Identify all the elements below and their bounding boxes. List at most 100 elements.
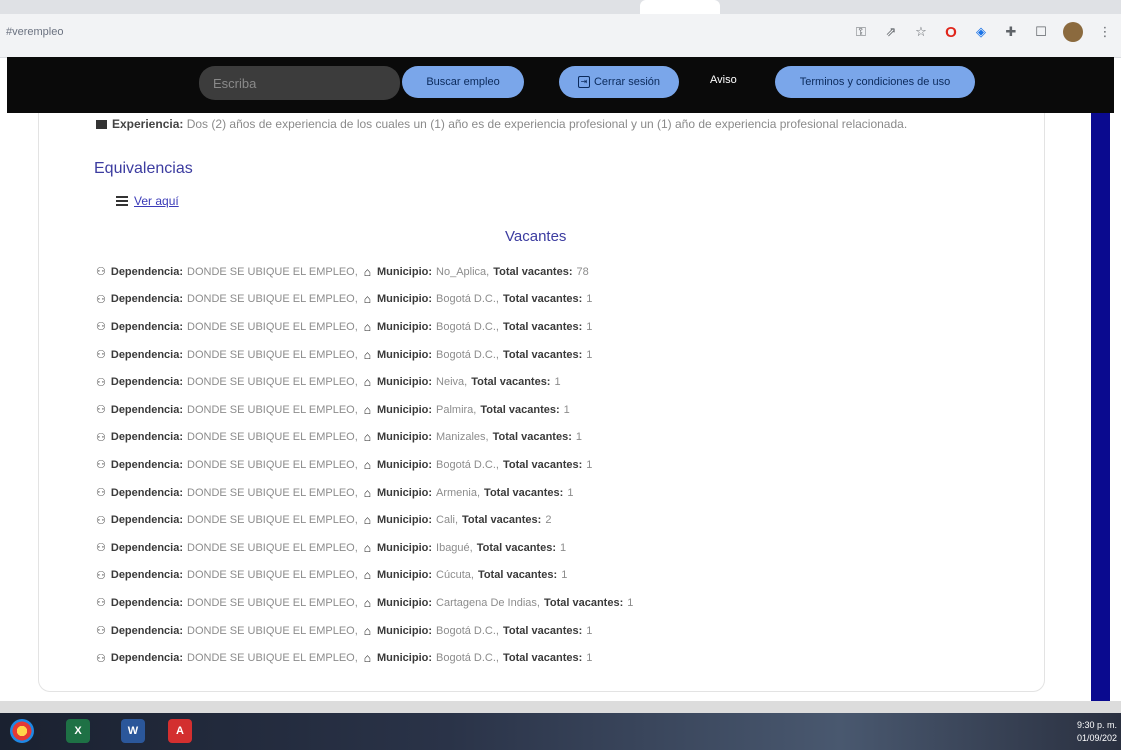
- puzzle-icon[interactable]: ✚: [1003, 24, 1019, 40]
- excel-glyph: X: [74, 725, 82, 737]
- search-input[interactable]: [199, 66, 400, 100]
- dependencia-label: Dependencia:: [110, 376, 184, 389]
- dependencia-value: DONDE SE UBIQUE EL EMPLEO,: [187, 293, 358, 306]
- ver-aqui-link[interactable]: Ver aquí: [116, 194, 179, 208]
- scrollbar-thumb[interactable]: [1091, 113, 1110, 701]
- total-value: 78: [576, 265, 589, 278]
- users-icon: ⚇: [96, 459, 106, 472]
- total-value: 1: [627, 596, 634, 609]
- total-label: Total vacantes:: [476, 541, 556, 554]
- total-value: 1: [586, 458, 593, 471]
- vacante-row: ⚇ Dependencia: DONDE SE UBIQUE EL EMPLEO, ⌂…: [96, 589, 1016, 617]
- home-icon: ⌂: [363, 595, 372, 610]
- start-icon[interactable]: [10, 719, 34, 743]
- users-icon: ⚇: [96, 542, 106, 555]
- total-label: Total vacantes:: [503, 320, 583, 333]
- dependencia-value: DONDE SE UBIQUE EL EMPLEO,: [187, 431, 358, 444]
- municipio-label: Municipio:: [377, 458, 433, 471]
- municipio-label: Municipio:: [377, 431, 433, 444]
- tab-strip: [0, 0, 1121, 14]
- users-icon: ⚇: [96, 266, 106, 279]
- extension-icon[interactable]: ◈: [973, 24, 989, 40]
- vacante-row: ⚇ Dependencia: DONDE SE UBIQUE EL EMPLEO, ⌂…: [96, 506, 1016, 534]
- total-value: 1: [586, 320, 593, 333]
- key-icon[interactable]: ⚿: [853, 24, 869, 40]
- users-icon: ⚇: [96, 376, 106, 389]
- dependencia-label: Dependencia:: [110, 348, 184, 361]
- aviso-link[interactable]: Aviso: [710, 74, 737, 86]
- home-icon: ⌂: [363, 485, 372, 500]
- dependencia-label: Dependencia:: [110, 596, 184, 609]
- total-value: 1: [586, 652, 593, 665]
- total-value: 1: [554, 376, 561, 389]
- experiencia-paragraph: Experiencia: Dos (2) años de experiencia…: [96, 116, 1016, 132]
- municipio-label: Municipio:: [377, 403, 433, 416]
- users-icon: ⚇: [96, 293, 106, 306]
- address-bar[interactable]: #verempleo: [0, 18, 766, 46]
- dependencia-label: Dependencia:: [110, 541, 184, 554]
- dependencia-label: Dependencia:: [110, 569, 184, 582]
- users-icon: ⚇: [96, 321, 106, 334]
- total-value: 1: [575, 431, 582, 444]
- browser-toolbar: #verempleo ⚿ ⇗ ☆ O ◈ ✚ ☐ ⋮: [0, 0, 1121, 58]
- dependencia-value: DONDE SE UBIQUE EL EMPLEO,: [187, 403, 358, 416]
- excel-icon[interactable]: X: [66, 719, 90, 743]
- menu-icon[interactable]: ⋮: [1097, 24, 1113, 40]
- experiencia-label: Experiencia:: [112, 117, 184, 131]
- logout-icon: ⇥: [577, 76, 590, 88]
- dependencia-label: Dependencia:: [110, 403, 184, 416]
- total-value: 1: [586, 293, 593, 306]
- total-label: Total vacantes:: [503, 348, 583, 361]
- horizontal-scrollbar[interactable]: [0, 701, 1121, 713]
- dependencia-value: DONDE SE UBIQUE EL EMPLEO,: [187, 320, 358, 333]
- total-label: Total vacantes:: [493, 265, 573, 278]
- opera-icon[interactable]: O: [943, 24, 959, 41]
- word-icon[interactable]: W: [121, 719, 145, 743]
- municipio-label: Municipio:: [377, 541, 433, 554]
- cerrar-sesion-button[interactable]: ⇥ Cerrar sesión: [559, 66, 679, 98]
- home-icon: ⌂: [363, 513, 372, 528]
- home-icon: ⌂: [363, 292, 372, 307]
- windows-taskbar: X W A 9:30 p. m. 01/09/202: [0, 713, 1121, 750]
- users-icon: ⚇: [96, 404, 106, 417]
- municipio-value: Cartagena De Indias,: [436, 596, 540, 609]
- home-icon: ⌂: [363, 402, 372, 417]
- dependencia-value: DONDE SE UBIQUE EL EMPLEO,: [187, 541, 358, 554]
- total-value: 2: [545, 514, 552, 527]
- vacante-row: ⚇ Dependencia: DONDE SE UBIQUE EL EMPLEO, ⌂…: [96, 562, 1016, 590]
- municipio-label: Municipio:: [377, 348, 433, 361]
- total-value: 1: [560, 541, 567, 554]
- home-icon: ⌂: [363, 568, 372, 583]
- municipio-label: Municipio:: [377, 652, 433, 665]
- vacante-row: ⚇ Dependencia: DONDE SE UBIQUE EL EMPLEO, ⌂…: [96, 424, 1016, 452]
- sidebar-icon[interactable]: ☐: [1033, 24, 1049, 40]
- total-label: Total vacantes:: [480, 403, 560, 416]
- municipio-label: Municipio:: [377, 320, 433, 333]
- municipio-value: Bogotá D.C.,: [436, 624, 499, 637]
- dependencia-label: Dependencia:: [110, 458, 184, 471]
- clock-date: 01/09/202: [1076, 733, 1117, 743]
- taskbar-clock[interactable]: 9:30 p. m. 01/09/202: [1077, 719, 1117, 745]
- municipio-value: Palmira,: [436, 403, 477, 416]
- active-tab[interactable]: [640, 0, 720, 14]
- buscar-empleo-button[interactable]: Buscar empleo: [402, 66, 524, 98]
- users-icon: ⚇: [96, 431, 106, 444]
- municipio-label: Municipio:: [377, 514, 433, 527]
- buscar-empleo-label: Buscar empleo: [426, 76, 500, 88]
- pdf-icon[interactable]: A: [168, 719, 192, 743]
- municipio-value: Bogotá D.C.,: [436, 348, 499, 361]
- vacante-row: ⚇ Dependencia: DONDE SE UBIQUE EL EMPLEO, ⌂…: [96, 286, 1016, 314]
- star-icon[interactable]: ☆: [913, 24, 929, 40]
- dependencia-label: Dependencia:: [110, 265, 184, 278]
- home-icon: ⌂: [363, 540, 372, 555]
- dependencia-label: Dependencia:: [110, 431, 184, 444]
- total-label: Total vacantes:: [503, 293, 583, 306]
- share-icon[interactable]: ⇗: [883, 24, 899, 40]
- terminos-button[interactable]: Terminos y condiciones de uso: [775, 66, 975, 98]
- total-value: 1: [561, 569, 568, 582]
- profile-avatar[interactable]: [1063, 22, 1083, 42]
- users-icon: ⚇: [96, 569, 106, 582]
- vacante-row: ⚇ Dependencia: DONDE SE UBIQUE EL EMPLEO, ⌂…: [96, 258, 1016, 286]
- municipio-label: Municipio:: [377, 265, 433, 278]
- browser-icons: ⚿ ⇗ ☆ O ◈ ✚ ☐ ⋮: [853, 18, 1113, 46]
